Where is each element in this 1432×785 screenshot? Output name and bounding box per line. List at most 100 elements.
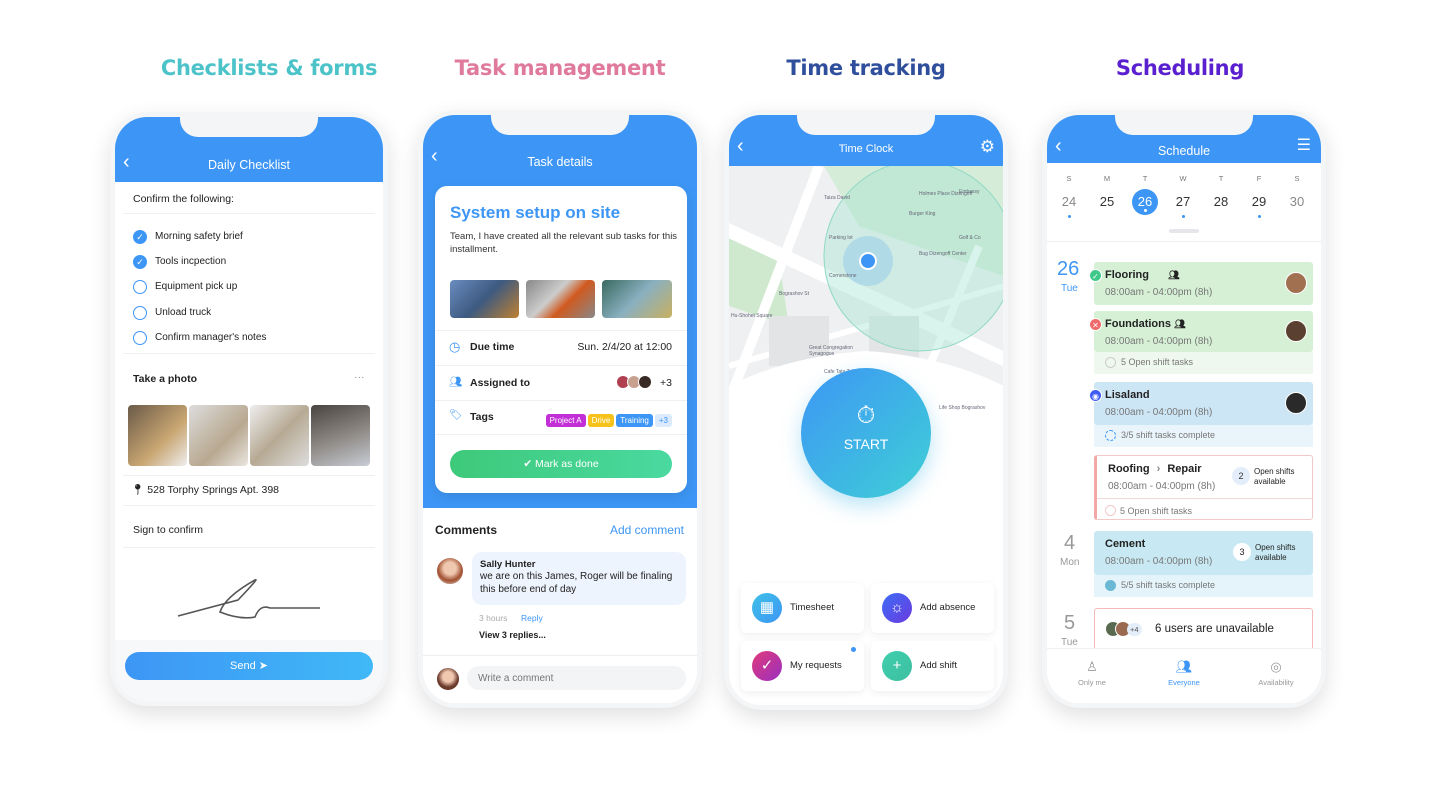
settings-gear-icon[interactable]: ⚙ [980, 137, 995, 157]
date-26: 26 [1057, 258, 1080, 280]
mark-done-button[interactable]: ✔ Mark as done [450, 450, 672, 478]
shift-cement[interactable]: Cement 08:00am - 04:00pm (8h) 3 Open shi… [1094, 531, 1313, 575]
task-title: System setup on site [450, 203, 621, 222]
map-label: Cornerstone [829, 273, 857, 279]
weekday-label: W [1179, 174, 1187, 183]
map-label: Bograshov St [779, 291, 810, 297]
shift-flooring[interactable]: Flooring 👥︎ 08:00am - 04:00pm (8h) [1094, 262, 1313, 305]
commenter-avatar [436, 557, 464, 585]
tag-training[interactable]: Training [616, 414, 653, 427]
checklist-item-label: Unload truck [155, 307, 212, 318]
screen-title: Schedule [1157, 144, 1211, 158]
tags-more[interactable]: +3 [654, 414, 672, 427]
start-button[interactable]: ⏱︎ START [801, 368, 931, 498]
more-menu-button[interactable]: ··· [354, 371, 365, 383]
weekday-label: M [1103, 174, 1111, 183]
checked-checkbox-icon[interactable]: ✓ [133, 255, 147, 269]
screen-title: Daily Checklist [208, 158, 290, 172]
users-icon: 👥︎ [449, 376, 463, 388]
day-28[interactable]: 28 [1208, 189, 1234, 215]
approved-icon: ✓ [1089, 269, 1102, 282]
heading-checklists: Checklists & forms [160, 56, 378, 80]
timesheet-tile[interactable]: ▦ Timesheet [741, 583, 864, 633]
shift-subtasks[interactable]: 5 Open shift tasks [1094, 352, 1313, 374]
shift-subtasks[interactable]: 5/5 shift tasks complete [1094, 575, 1313, 597]
weekday-label: F [1256, 174, 1262, 183]
reply-link[interactable]: Reply [521, 613, 543, 623]
due-value: Sun. 2/4/20 at 12:00 [577, 341, 672, 353]
checklist-item[interactable]: Unload truck [133, 305, 363, 323]
day-27[interactable]: 27 [1170, 189, 1196, 215]
heading-task-management: Task management [454, 56, 666, 80]
map-label: Bug Dizengoff Center [919, 251, 967, 257]
tag-drive[interactable]: Drive [587, 414, 615, 427]
shift-roofing-repair[interactable]: Roofing › Repair 08:00am - 04:00pm (8h) … [1094, 455, 1313, 520]
photo-4[interactable] [311, 405, 370, 466]
photo-label: Take a photo [133, 373, 197, 385]
shift-subtasks[interactable]: 3/5 shift tasks complete [1094, 425, 1313, 447]
add-comment-link[interactable]: Add comment [610, 523, 684, 537]
add-absence-tile[interactable]: ☼ Add absence [871, 583, 994, 633]
checklist-item-label: Equipment pick up [155, 281, 238, 292]
signature-pad[interactable] [170, 572, 330, 627]
avatar [1285, 392, 1307, 414]
photo-1[interactable] [128, 405, 187, 466]
comment-bubble: Sally Hunter we are on this James, Roger… [472, 552, 686, 605]
address: 📍︎ 528 Torphy Springs Apt. 398 [131, 484, 279, 496]
day-25[interactable]: 25 [1094, 189, 1120, 215]
check-circle-icon: ✔ [523, 458, 533, 470]
prompt: Confirm the following: [133, 193, 234, 205]
nav-only-me[interactable]: ♙ Only me [1047, 659, 1137, 687]
day-30[interactable]: 30 [1284, 189, 1310, 215]
list-view-icon[interactable]: ☰ [1297, 135, 1311, 155]
add-shift-tile[interactable]: + Add shift [871, 641, 994, 691]
nav-availability[interactable]: ◎ Availability [1231, 659, 1321, 687]
clock-icon: ◷ [449, 339, 461, 354]
send-button[interactable]: Send ➤ [125, 652, 373, 680]
shift-lisaland[interactable]: Lisaland 08:00am - 04:00pm (8h) [1094, 382, 1313, 425]
photo-2[interactable] [189, 405, 248, 466]
task-photo-1[interactable] [450, 280, 519, 318]
photo-3[interactable] [250, 405, 309, 466]
task-card: System setup on site Team, I have create… [435, 186, 687, 493]
view-replies-link[interactable]: View 3 replies... [479, 630, 546, 640]
day-29[interactable]: 29 [1246, 189, 1272, 215]
comment-input[interactable] [467, 666, 686, 690]
weekday-label: T [1218, 174, 1224, 183]
unchecked-checkbox-icon[interactable] [133, 306, 147, 320]
event-dot [1144, 209, 1147, 212]
map-label: Taiza David [824, 195, 850, 201]
unchecked-checkbox-icon[interactable] [133, 280, 147, 294]
heading-time-tracking: Time tracking [786, 56, 946, 80]
assigned-label: Assigned to [470, 377, 531, 389]
my-requests-tile[interactable]: ✓ My requests [741, 641, 864, 691]
day-24[interactable]: 24 [1056, 189, 1082, 215]
checked-checkbox-icon[interactable]: ✓ [133, 230, 147, 244]
user-icon: ♙ [1086, 659, 1098, 674]
checklist-item[interactable]: ✓ Morning safety brief [133, 229, 363, 247]
tag-list: Project A Drive Training +3 [544, 410, 672, 428]
shift-foundations[interactable]: Foundations 👥︎ 08:00am - 04:00pm (8h) [1094, 311, 1313, 352]
drag-handle[interactable] [1169, 229, 1199, 233]
task-photo-3[interactable] [602, 280, 672, 318]
sun-icon: ☼ [882, 593, 912, 623]
check-icon: ✓ [752, 651, 782, 681]
tag-project-a[interactable]: Project A [545, 414, 586, 427]
checklist-item[interactable]: Confirm manager's notes [133, 330, 363, 348]
comment-time: 3 hours [479, 613, 508, 623]
task-photo-2[interactable] [526, 280, 595, 318]
unchecked-checkbox-icon[interactable] [133, 331, 147, 345]
map-label: Great Congregation Synagogue [809, 345, 853, 357]
checklist-item[interactable]: Equipment pick up [133, 279, 363, 297]
nav-everyone[interactable]: 👥︎ Everyone [1139, 659, 1229, 687]
notification-dot [851, 647, 856, 652]
checklist-item[interactable]: ✓ Tools incpection [133, 254, 363, 272]
map-label: Parking lot [829, 235, 853, 241]
due-label: Due time [470, 341, 515, 353]
avatar [1285, 320, 1307, 342]
sign-label: Sign to confirm [133, 524, 204, 536]
map-label: Golf & Co [959, 235, 981, 241]
calendar-icon: ▦ [752, 593, 782, 623]
screen-title: Task details [527, 155, 593, 169]
stopwatch-icon: ⏱︎ [856, 402, 876, 429]
